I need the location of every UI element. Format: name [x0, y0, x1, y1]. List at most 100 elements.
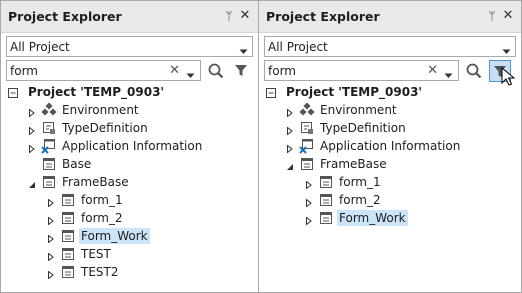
tree-item[interactable]: Environment	[1, 101, 258, 119]
panel-titlebar: Project Explorer ᛘ ✕	[259, 1, 521, 33]
search-button[interactable]	[463, 60, 485, 82]
expand-arrow-icon[interactable]	[28, 106, 36, 118]
tree-item-label: Base	[62, 157, 92, 171]
close-icon[interactable]: ✕	[238, 7, 252, 25]
tree-item[interactable]: Project 'TEMP_0903'	[259, 83, 521, 101]
expand-arrow-icon[interactable]	[305, 196, 313, 208]
filter-button[interactable]	[231, 60, 253, 82]
form-icon	[299, 156, 315, 172]
tree-item[interactable]: FrameBase	[259, 155, 521, 173]
form-icon	[318, 192, 334, 208]
tree-item[interactable]: Base	[1, 155, 258, 173]
collapse-box-icon[interactable]	[8, 87, 18, 98]
tree-item-label: form_1	[339, 175, 381, 189]
form-icon	[318, 174, 334, 190]
expand-arrow-icon[interactable]	[286, 106, 294, 118]
close-icon[interactable]: ✕	[501, 7, 515, 25]
filter-icon	[231, 65, 251, 83]
tree-item[interactable]: FrameBase	[1, 173, 258, 191]
expand-arrow-icon[interactable]	[28, 142, 36, 154]
search-button[interactable]	[205, 60, 227, 82]
tree-item[interactable]: Project 'TEMP_0903'	[1, 83, 258, 101]
chevron-down-icon[interactable]	[239, 44, 248, 58]
collapse-arrow-icon[interactable]	[286, 160, 294, 170]
tree-item[interactable]: TypeDefinition	[259, 119, 521, 137]
tree-item[interactable]: Form_Work	[1, 227, 258, 245]
tree-item[interactable]: Form_Work	[259, 209, 521, 227]
tree-item-label: TypeDefinition	[62, 121, 148, 135]
pin-icon[interactable]: ᛘ	[222, 7, 236, 25]
project-filter-select[interactable]: All Project	[264, 36, 516, 57]
tree-item-label: Environment	[62, 103, 139, 117]
tree-item[interactable]: form_2	[1, 209, 258, 227]
tree-item-label: TEST2	[81, 265, 119, 279]
tree-item-label: Form_Work	[79, 228, 150, 244]
tree-item[interactable]: form_1	[1, 191, 258, 209]
tree-item-label: FrameBase	[62, 175, 129, 189]
project-filter-value: All Project	[268, 40, 328, 54]
form-icon	[41, 174, 57, 190]
panel-titlebar: Project Explorer ᛘ ✕	[1, 1, 258, 33]
form-icon	[318, 210, 334, 226]
search-input[interactable]: form ✕	[264, 60, 459, 81]
expand-arrow-icon[interactable]	[305, 178, 313, 190]
tree-item[interactable]: Application Information	[1, 137, 258, 155]
type-definition-icon	[41, 120, 57, 136]
project-filter-select[interactable]: All Project	[6, 36, 253, 57]
panel-title: Project Explorer	[266, 9, 380, 24]
tree-item[interactable]: Environment	[259, 101, 521, 119]
form-icon	[41, 156, 57, 172]
tree-item-label: form_1	[81, 193, 123, 207]
application-info-icon	[299, 138, 315, 154]
tree-item-label: Project 'TEMP_0903'	[286, 85, 423, 99]
expand-arrow-icon[interactable]	[286, 142, 294, 154]
tree-item-label: Project 'TEMP_0903'	[28, 85, 165, 99]
tree-item[interactable]: form_2	[259, 191, 521, 209]
tree-item-label: Application Information	[320, 139, 461, 153]
clear-search-icon[interactable]: ✕	[427, 63, 438, 78]
tree-item-label: TEST	[81, 247, 111, 261]
tree-item-label: Application Information	[62, 139, 203, 153]
project-explorer-panel: Project Explorer ᛘ ✕ All Project form ✕ Projec…	[0, 0, 259, 293]
environment-icon	[299, 102, 315, 118]
explorer-comparison: Project Explorer ᛘ ✕ All Project form ✕ Projec…	[0, 0, 522, 293]
form-icon	[60, 228, 76, 244]
pin-icon[interactable]: ᛘ	[485, 7, 499, 25]
search-input-value: form	[268, 64, 296, 78]
form-icon	[60, 246, 76, 262]
project-explorer-panel: Project Explorer ᛘ ✕ All Project form ✕ Projec…	[259, 0, 522, 293]
project-filter-value: All Project	[10, 40, 70, 54]
tree-item-label: Form_Work	[337, 210, 408, 226]
tree-item-label: TypeDefinition	[320, 121, 406, 135]
expand-arrow-icon[interactable]	[28, 124, 36, 136]
clear-search-icon[interactable]: ✕	[169, 63, 180, 78]
tree-item-label: FrameBase	[320, 157, 387, 171]
form-icon	[60, 264, 76, 280]
search-history-chevron-icon[interactable]	[444, 68, 453, 82]
panel-title: Project Explorer	[8, 9, 122, 24]
tree-item-label: form_2	[81, 211, 123, 225]
tree-item[interactable]: form_1	[259, 173, 521, 191]
expand-arrow-icon[interactable]	[47, 250, 55, 262]
expand-arrow-icon[interactable]	[47, 268, 55, 280]
tree-item[interactable]: TypeDefinition	[1, 119, 258, 137]
expand-arrow-icon[interactable]	[286, 124, 294, 136]
collapse-arrow-icon[interactable]	[28, 178, 36, 188]
environment-icon	[41, 102, 57, 118]
expand-arrow-icon[interactable]	[47, 196, 55, 208]
application-info-icon	[41, 138, 57, 154]
expand-arrow-icon[interactable]	[47, 214, 55, 226]
tree-item[interactable]: TEST2	[1, 263, 258, 281]
tree-item-label: Environment	[320, 103, 397, 117]
search-input[interactable]: form ✕	[6, 60, 201, 81]
tree-item-label: form_2	[339, 193, 381, 207]
search-history-chevron-icon[interactable]	[186, 68, 195, 82]
tree-item[interactable]: Application Information	[259, 137, 521, 155]
collapse-box-icon[interactable]	[266, 87, 276, 98]
chevron-down-icon[interactable]	[502, 44, 511, 58]
form-icon	[60, 192, 76, 208]
expand-arrow-icon[interactable]	[305, 214, 313, 226]
tree-item[interactable]: TEST	[1, 245, 258, 263]
expand-arrow-icon[interactable]	[47, 232, 55, 244]
search-input-value: form	[10, 64, 38, 78]
